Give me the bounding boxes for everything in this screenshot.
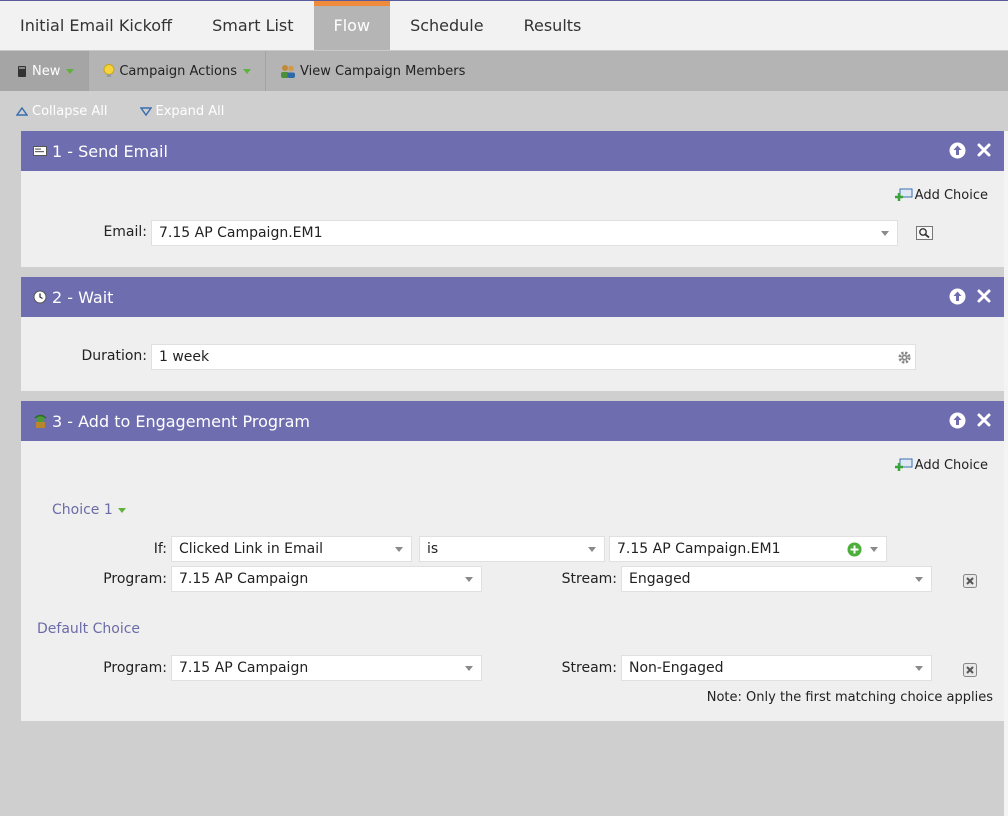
campaign-actions-button[interactable]: Campaign Actions bbox=[89, 51, 267, 91]
tab-initial-email-kickoff[interactable]: Initial Email Kickoff bbox=[0, 1, 192, 50]
tab-label: Results bbox=[523, 16, 582, 35]
tab-schedule[interactable]: Schedule bbox=[390, 1, 504, 50]
add-choice-icon bbox=[894, 188, 913, 201]
arrow-up-circle-icon[interactable] bbox=[949, 142, 966, 159]
tab-results[interactable]: Results bbox=[504, 1, 602, 50]
toolbar: New Campaign Actions View Campaign Membe… bbox=[0, 51, 1008, 91]
stream-label: Stream: bbox=[561, 660, 617, 676]
engagement-icon bbox=[32, 413, 48, 429]
step-title: 1 - Send Email bbox=[52, 141, 168, 161]
program-label: Program: bbox=[103, 660, 167, 676]
add-choice-button[interactable]: Add Choice bbox=[894, 457, 988, 473]
email-label: Email: bbox=[103, 224, 147, 240]
choice-1-title[interactable]: Choice 1 bbox=[52, 502, 126, 518]
condition-value: Clicked Link in Email bbox=[179, 541, 323, 557]
add-choice-label: Add Choice bbox=[914, 187, 988, 203]
chevron-down-icon bbox=[465, 577, 473, 582]
stream-select[interactable]: Non-Engaged bbox=[621, 655, 932, 681]
flow-step-wait: 2 - Wait Duration: 1 week bbox=[21, 277, 1004, 391]
tab-smart-list[interactable]: Smart List bbox=[192, 1, 313, 50]
chevron-down-icon bbox=[465, 666, 473, 671]
scroll-track bbox=[1004, 131, 1008, 816]
collapse-all-button[interactable]: Collapse All bbox=[16, 104, 108, 119]
step-header[interactable]: 2 - Wait bbox=[21, 277, 1004, 317]
chevron-down-icon bbox=[870, 547, 878, 552]
program-select[interactable]: 7.15 AP Campaign bbox=[171, 655, 482, 681]
close-icon[interactable] bbox=[976, 288, 992, 305]
chevron-down-icon bbox=[395, 547, 403, 552]
triangle-down-icon bbox=[139, 106, 152, 116]
chevron-down-icon bbox=[915, 577, 923, 582]
step-header[interactable]: 3 - Add to Engagement Program bbox=[21, 401, 1004, 441]
program-select[interactable]: 7.15 AP Campaign bbox=[171, 566, 482, 592]
operator-value: is bbox=[427, 541, 439, 557]
tab-label: Schedule bbox=[410, 16, 484, 35]
chevron-down-icon bbox=[915, 666, 923, 671]
lightbulb-icon bbox=[103, 63, 115, 79]
step-title: 3 - Add to Engagement Program bbox=[52, 411, 310, 431]
chevron-down-icon bbox=[588, 547, 596, 552]
collapse-all-label: Collapse All bbox=[32, 103, 108, 119]
tab-label: Smart List bbox=[212, 16, 294, 35]
chevron-down-icon bbox=[881, 231, 889, 236]
triangle-up-icon bbox=[16, 106, 28, 116]
plus-circle-icon[interactable] bbox=[847, 542, 862, 561]
email-icon bbox=[32, 143, 48, 159]
tab-label: Flow bbox=[333, 16, 371, 35]
collapse-bar: Collapse All Expand All bbox=[0, 91, 1008, 131]
expand-all-button[interactable]: Expand All bbox=[139, 103, 225, 119]
add-choice-icon bbox=[894, 458, 913, 471]
tab-label: Initial Email Kickoff bbox=[20, 16, 173, 35]
tab-bar: Initial Email Kickoff Smart List Flow Sc… bbox=[0, 1, 1008, 51]
gear-icon[interactable] bbox=[897, 350, 912, 369]
close-icon[interactable] bbox=[976, 142, 992, 159]
arrow-up-circle-icon[interactable] bbox=[949, 412, 966, 429]
program-label: Program: bbox=[103, 571, 167, 587]
remove-row-icon[interactable] bbox=[963, 574, 977, 588]
condition-value-select[interactable]: 7.15 AP Campaign.EM1 bbox=[609, 536, 887, 562]
people-icon bbox=[280, 64, 296, 79]
duration-value: 1 week bbox=[159, 349, 210, 365]
default-choice-title: Default Choice bbox=[37, 621, 141, 637]
duration-label: Duration: bbox=[81, 348, 147, 364]
arrow-up-circle-icon[interactable] bbox=[949, 288, 966, 305]
notebook-icon bbox=[16, 65, 28, 78]
duration-input[interactable]: 1 week bbox=[151, 344, 916, 370]
flow-step-send-email: 1 - Send Email Add Choice Email: 7.15 AP… bbox=[21, 131, 1004, 267]
add-choice-label: Add Choice bbox=[914, 457, 988, 473]
email-select[interactable]: 7.15 AP Campaign.EM1 bbox=[151, 220, 898, 246]
if-label: If: bbox=[153, 541, 167, 557]
campaign-actions-label: Campaign Actions bbox=[119, 63, 238, 79]
stream-select[interactable]: Engaged bbox=[621, 566, 932, 592]
condition-select[interactable]: Clicked Link in Email bbox=[171, 536, 412, 562]
stream-value: Non-Engaged bbox=[629, 660, 724, 676]
clock-icon bbox=[32, 289, 48, 305]
chevron-down-icon bbox=[117, 507, 126, 513]
email-value: 7.15 AP Campaign.EM1 bbox=[159, 225, 323, 241]
magnifier-preview-icon[interactable] bbox=[916, 226, 933, 244]
close-icon[interactable] bbox=[976, 412, 992, 429]
chevron-down-icon bbox=[243, 68, 252, 74]
expand-all-label: Expand All bbox=[155, 103, 225, 119]
tab-flow[interactable]: Flow bbox=[313, 1, 391, 50]
choice-1-label: Choice 1 bbox=[52, 502, 113, 518]
step-title: 2 - Wait bbox=[52, 287, 114, 307]
add-choice-button[interactable]: Add Choice bbox=[894, 187, 988, 203]
new-button[interactable]: New bbox=[0, 51, 90, 91]
step-header[interactable]: 1 - Send Email bbox=[21, 131, 1004, 171]
stream-value: Engaged bbox=[629, 571, 691, 587]
program-value: 7.15 AP Campaign bbox=[179, 571, 309, 587]
view-campaign-members-button[interactable]: View Campaign Members bbox=[266, 51, 479, 91]
view-campaign-members-label: View Campaign Members bbox=[300, 63, 466, 79]
remove-row-icon[interactable] bbox=[963, 663, 977, 677]
choice-note: Note: Only the first matching choice app… bbox=[706, 690, 993, 705]
stream-label: Stream: bbox=[561, 571, 617, 587]
new-button-label: New bbox=[32, 63, 61, 79]
chevron-down-icon bbox=[66, 68, 75, 74]
flow-step-add-to-engagement-program: 3 - Add to Engagement Program Add Choice… bbox=[21, 401, 1004, 721]
condition-value-text: 7.15 AP Campaign.EM1 bbox=[617, 541, 781, 557]
program-value: 7.15 AP Campaign bbox=[179, 660, 309, 676]
operator-select[interactable]: is bbox=[419, 536, 605, 562]
